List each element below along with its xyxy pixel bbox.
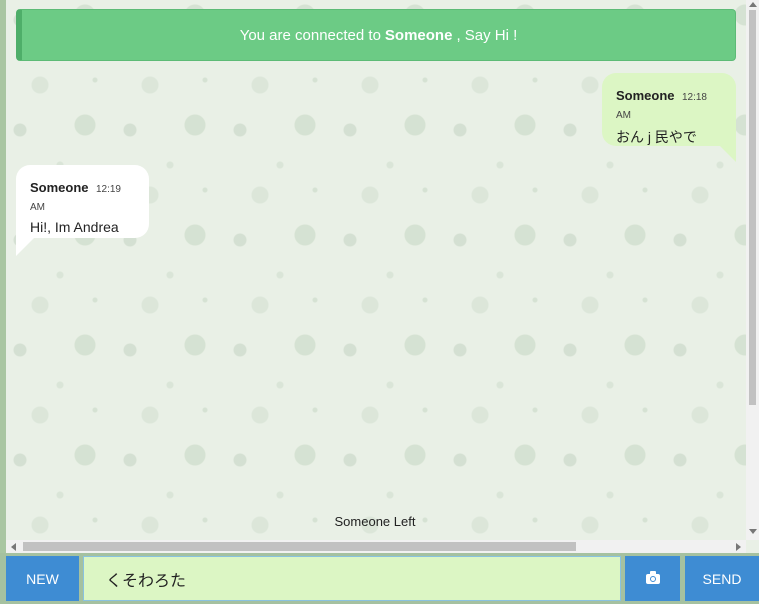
message-input[interactable] <box>83 556 621 601</box>
message-sender: Someone <box>616 88 675 103</box>
scroll-up-icon[interactable] <box>749 2 757 7</box>
message-sender: Someone <box>30 180 89 195</box>
vertical-scroll-thumb[interactable] <box>749 10 756 405</box>
banner-partner-name: Someone <box>384 26 453 44</box>
horizontal-scrollbar[interactable] <box>6 540 746 553</box>
banner-suffix: , Say Hi ! <box>456 26 518 44</box>
connection-banner: You are connected to Someone , Say Hi ! <box>16 9 736 61</box>
message-text: おん j 民やで <box>616 129 697 145</box>
left-edge <box>0 0 6 555</box>
horizontal-scroll-thumb[interactable] <box>23 542 576 551</box>
camera-button[interactable] <box>625 556 680 601</box>
new-chat-button[interactable]: NEW <box>6 556 79 601</box>
camera-icon <box>645 570 660 584</box>
message-text: Hi!, Im Andrea <box>30 219 119 235</box>
scroll-left-icon[interactable] <box>11 543 16 551</box>
scroll-down-icon[interactable] <box>749 529 757 534</box>
vertical-scrollbar[interactable] <box>746 0 759 540</box>
banner-prefix: You are connected to <box>239 26 381 44</box>
chat-window: You are connected to Someone , Say Hi ! … <box>0 0 759 604</box>
system-message: Someone Left <box>334 514 416 529</box>
send-button[interactable]: SEND <box>685 556 759 601</box>
scroll-right-icon[interactable] <box>736 543 741 551</box>
message-bubble-partner: Someone 12:19 AM Hi!, Im Andrea <box>16 165 149 256</box>
message-bubble-own: Someone 12:18 AM おん j 民やで <box>602 73 736 162</box>
